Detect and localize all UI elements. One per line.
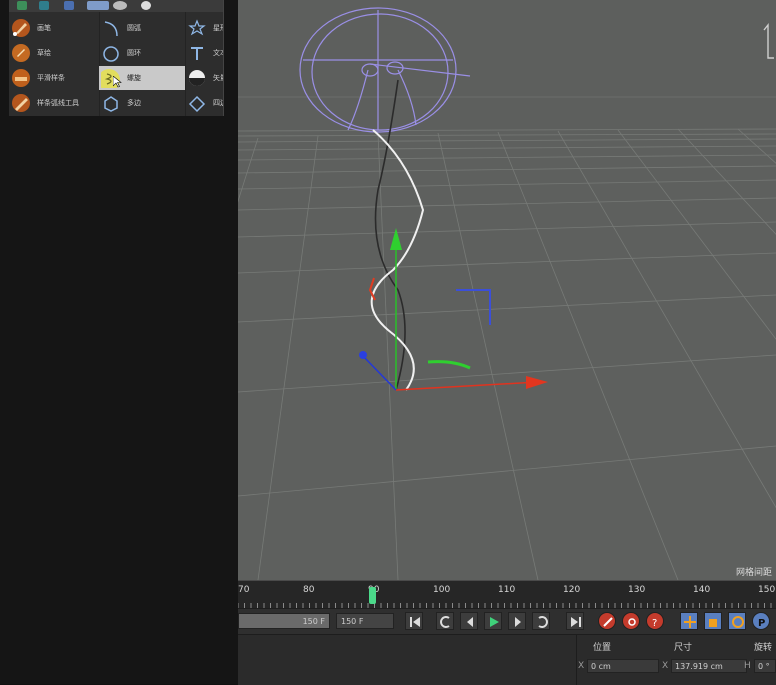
coordinates-panel: 位置 尺寸 旋转 X 0 cm X 137.919 cm H 0 ° [238,634,776,685]
text-icon [187,43,207,63]
toolbar-icon[interactable] [141,1,151,10]
move-tool-button[interactable] [680,612,698,630]
toolbar-icon[interactable] [64,1,74,10]
end-frame-field[interactable]: 150 F [336,613,394,629]
prev-frame-button[interactable] [460,612,478,630]
menu-item-label: 矢量 [213,74,223,82]
rotate-tool-button[interactable] [728,612,746,630]
menu-item-polygon[interactable]: 多边 [99,91,185,115]
ruler-tick-label: 120 [563,585,581,595]
rotation-h-value: 0 ° [758,662,770,671]
ruler-tick-label: 140 [693,585,711,595]
arc-icon [101,18,121,38]
rotation-header: 旋转 [754,643,773,653]
position-x-value: 0 cm [591,662,611,671]
toolbar-icon[interactable] [17,1,27,10]
spline-arc-tool-icon [11,93,31,113]
menu-item-vectorizer[interactable]: 矢量 [185,66,223,90]
menu-item-spline-arc-tool[interactable]: 样条弧线工具 [9,91,99,115]
ruler-tick-label: 70 [238,585,250,595]
menu-item-label: 平滑样条 [37,74,65,82]
size-x-field[interactable]: 137.919 cm [671,659,747,673]
menu-toolbar-strip [9,0,223,12]
ruler-tick-label: 110 [498,585,516,595]
menu-item-label: 星形 [213,24,223,32]
spline-menu: 画笔 草绘 平滑样条 样条弧线工具 圆弧 圆环 螺旋 多边 星 文 矢 四 [9,0,224,116]
next-frame-button[interactable] [508,612,526,630]
go-to-start-button[interactable] [405,612,423,630]
auto-key-button[interactable] [622,612,640,630]
range-end-value: 150 F [302,617,325,626]
circle-icon [101,43,121,63]
next-key-button[interactable] [532,612,550,630]
menu-item-four-side[interactable]: 四边 [185,91,223,115]
parameter-button[interactable]: P [752,612,770,630]
toolbar-icon[interactable] [39,1,49,10]
polygon-icon [101,93,121,113]
sketch-icon [11,43,31,63]
menu-item-arc[interactable]: 圆弧 [99,16,185,40]
go-to-end-button[interactable] [566,612,584,630]
position-x-field[interactable]: 0 cm [587,659,659,673]
menu-item-label: 样条弧线工具 [37,99,79,107]
playhead[interactable] [369,587,376,604]
menu-item-sketch[interactable]: 草绘 [9,41,99,65]
star-icon [187,18,207,38]
menu-item-label: 画笔 [37,24,51,32]
menu-item-helix[interactable]: 螺旋 [98,66,185,91]
menu-item-label: 螺旋 [127,74,141,82]
four-side-icon [187,93,207,113]
prev-key-button[interactable] [436,612,454,630]
menu-item-label: 圆弧 [127,24,141,32]
toolbar-icon[interactable] [87,1,109,10]
size-x-value: 137.919 cm [675,662,723,671]
3d-viewport[interactable]: 网格间距 [238,0,776,580]
vectorizer-icon [187,68,207,88]
position-header: 位置 [593,643,612,653]
size-x-label: X [662,661,669,671]
mouse-cursor-icon [113,76,122,88]
menu-item-label: 圆环 [127,49,141,57]
size-header: 尺寸 [674,643,693,653]
pen-icon [11,18,31,38]
menu-item-star[interactable]: 星形 [185,16,223,40]
ruler-tick-label: 150 [758,585,776,595]
ruler-tick-label: 100 [433,585,451,595]
menu-item-text[interactable]: 文本 [185,41,223,65]
ruler-tick-label: 130 [628,585,646,595]
svg-text:?: ? [652,618,657,629]
menu-item-pen[interactable]: 画笔 [9,16,99,40]
menu-item-label: 四边 [213,99,223,107]
menu-item-label: 草绘 [37,49,51,57]
record-key-button[interactable] [598,612,616,630]
smooth-spline-icon [11,68,31,88]
svg-text:P: P [758,618,765,629]
rotation-h-label: H [744,661,751,671]
transport-bar: 150 F 150 F ? P [238,608,776,635]
menu-item-circle[interactable]: 圆环 [99,41,185,65]
grid-spacing-label: 网格间距 [735,568,772,578]
toolbar-icon[interactable] [113,1,127,10]
range-end-slider[interactable]: 150 F [238,613,330,629]
end-frame-value: 150 F [341,617,364,626]
position-x-label: X [578,661,585,671]
play-button[interactable] [484,612,502,630]
menu-item-smooth-spline[interactable]: 平滑样条 [9,66,99,90]
help-key-button[interactable]: ? [646,612,664,630]
scale-tool-button[interactable] [704,612,722,630]
menu-item-label: 多边 [127,99,141,107]
menu-item-label: 文本 [213,49,223,57]
ruler-tick-label: 80 [303,585,315,595]
timeline-ruler[interactable]: 708090100110120130140150 [238,580,776,609]
rotation-h-field[interactable]: 0 ° [754,659,776,673]
